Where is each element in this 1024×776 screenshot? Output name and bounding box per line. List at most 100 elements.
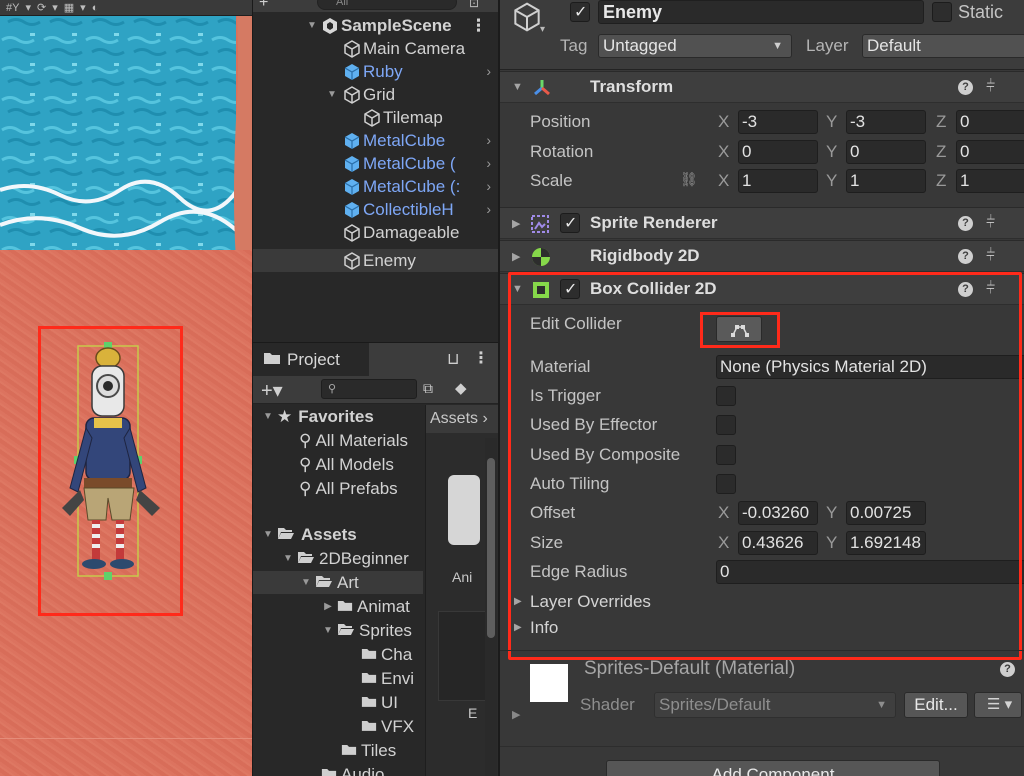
add-icon[interactable]: + [259, 0, 268, 12]
scene-view[interactable]: #Y ▾ ⟳ ▾ ▦ ▾ ◐ [0, 0, 252, 776]
search-options-icon[interactable]: ⊡ [469, 0, 479, 10]
axis-z-label[interactable]: Z [936, 112, 946, 132]
scale-x-field[interactable]: 1 [738, 169, 818, 193]
shader-dropdown[interactable]: Sprites/Default ▼ [654, 692, 896, 718]
tree-item-all-materials[interactable]: ⚲ All Materials [253, 429, 408, 452]
fold-arrow-icon[interactable]: ▼ [512, 81, 523, 93]
project-scrollbar[interactable] [485, 438, 497, 776]
gizmo-y-button[interactable]: #Y [6, 1, 19, 15]
hierarchy-item-tilemap[interactable]: Tilemap [253, 106, 499, 129]
tree-item-tiles[interactable]: Tiles [253, 739, 396, 762]
axis-z-label[interactable]: Z [936, 171, 946, 191]
asset-thumbnail-2[interactable] [438, 611, 486, 701]
axis-y-label[interactable]: Y [826, 171, 837, 191]
position-z-field[interactable]: 0 [956, 110, 1024, 134]
hierarchy-item-collectible[interactable]: CollectibleH › [253, 198, 499, 221]
sprite-renderer-header[interactable]: ▶ Sprite Renderer ? ⫩ [500, 207, 1024, 239]
hierarchy-item-ruby[interactable]: Ruby › [253, 60, 499, 83]
tree-item-ui[interactable]: UI [253, 691, 398, 714]
chevron-right-icon[interactable]: › [486, 60, 491, 83]
axis-x-label[interactable]: X [718, 171, 729, 191]
dropdown-3[interactable]: ▾ [80, 1, 86, 15]
tree-item-vfx[interactable]: VFX [253, 715, 414, 738]
axis-y-label[interactable]: Y [826, 112, 837, 132]
help-icon[interactable]: ? [958, 79, 973, 95]
fold-arrow-icon[interactable]: ▼ [305, 14, 319, 37]
icon-dropdown-caret[interactable]: ▾ [540, 24, 545, 35]
axis-y-label[interactable]: Y [826, 142, 837, 162]
static-checkbox[interactable] [932, 2, 952, 22]
fold-arrow-icon[interactable]: ▼ [261, 523, 275, 546]
fold-arrow-icon[interactable]: ▼ [321, 619, 335, 642]
tree-item-art[interactable]: ▼ Art [253, 571, 423, 594]
tree-item-sprites[interactable]: ▼ Sprites [253, 619, 412, 642]
help-icon[interactable]: ? [958, 215, 973, 231]
axis-z-label[interactable]: Z [936, 142, 946, 162]
material-preview[interactable] [530, 664, 568, 702]
tree-item-all-prefabs[interactable]: ⚲ All Prefabs [253, 477, 398, 500]
lock-icon[interactable]: ⊔ [447, 349, 459, 369]
position-x-field[interactable]: -3 [738, 110, 818, 134]
chevron-right-icon[interactable]: › [486, 129, 491, 152]
dropdown-1[interactable]: ▾ [25, 1, 31, 15]
scale-z-field[interactable]: 1 [956, 169, 1024, 193]
fold-arrow-icon[interactable]: ▼ [281, 547, 295, 570]
hierarchy-item-metalcube-1[interactable]: MetalCube ( › [253, 152, 499, 175]
scale-y-field[interactable]: 1 [846, 169, 926, 193]
fold-arrow-icon[interactable]: ▼ [299, 571, 313, 594]
scrollbar-thumb[interactable] [487, 458, 495, 638]
layer-dropdown[interactable]: Default [862, 34, 1024, 58]
fold-arrow-icon[interactable]: ▶ [512, 708, 520, 721]
tree-item-animation[interactable]: ▶ Animat [253, 595, 410, 618]
project-search-input[interactable]: ⚲ [321, 379, 417, 399]
tree-item-all-models[interactable]: ⚲ All Models [253, 453, 394, 476]
audio-fx-button[interactable]: ⟳ [37, 1, 46, 15]
tag-dropdown[interactable]: Untagged ▼ [598, 34, 792, 58]
search-by-label-icon[interactable]: ◆ [455, 379, 467, 397]
position-y-field[interactable]: -3 [846, 110, 926, 134]
dropdown-2[interactable]: ▾ [52, 1, 58, 15]
hierarchy-item-samplescene[interactable]: ▼ SampleScene ⋮ [253, 14, 499, 37]
create-asset-button[interactable]: +▾ [261, 378, 283, 403]
list-menu-button[interactable]: ☰ ▾ [974, 692, 1022, 718]
hierarchy-item-enemy[interactable]: Enemy [253, 249, 499, 272]
rotation-y-field[interactable]: 0 [846, 140, 926, 164]
hierarchy-item-metalcube[interactable]: MetalCube › [253, 129, 499, 152]
fold-arrow-icon[interactable]: ▶ [512, 250, 520, 263]
help-icon[interactable]: ? [1000, 662, 1015, 677]
tree-item-favorites[interactable]: ▼ ★ Favorites [253, 405, 374, 428]
tree-item-2dbeginner[interactable]: ▼ 2DBeginner [253, 547, 409, 570]
grid-button[interactable]: ▦ [64, 1, 74, 15]
hierarchy-item-damageable[interactable]: Damageable [253, 221, 499, 244]
hierarchy-item-metalcube-2[interactable]: MetalCube (: › [253, 175, 499, 198]
rigidbody-header[interactable]: ▶ Rigidbody 2D ? ⫩ [500, 240, 1024, 272]
help-icon[interactable]: ? [958, 248, 973, 264]
enable-checkbox[interactable] [560, 213, 580, 233]
axis-x-label[interactable]: X [718, 142, 729, 162]
rotation-z-field[interactable]: 0 [956, 140, 1024, 164]
chevron-right-icon[interactable]: › [486, 175, 491, 198]
settings-sliders-icon[interactable]: ⫩ [986, 78, 995, 96]
search-by-type-icon[interactable]: ⧉ [423, 380, 433, 397]
tree-item-environment[interactable]: Envi [253, 667, 414, 690]
fold-arrow-icon[interactable]: ▶ [321, 595, 335, 618]
chevron-right-icon[interactable]: › [486, 152, 491, 175]
edit-shader-button[interactable]: Edit... [904, 692, 968, 718]
asset-thumbnail[interactable] [448, 475, 480, 545]
axis-x-label[interactable]: X [718, 112, 729, 132]
fold-arrow-icon[interactable]: ▶ [512, 217, 520, 230]
hierarchy-item-grid[interactable]: ▼ Grid [253, 83, 499, 106]
fold-arrow-icon[interactable]: ▼ [325, 83, 339, 106]
rotation-x-field[interactable]: 0 [738, 140, 818, 164]
hierarchy-item-main-camera[interactable]: Main Camera [253, 37, 499, 60]
fold-arrow-icon[interactable]: ▼ [261, 405, 275, 428]
constrain-proportions-icon[interactable]: ⛓ [680, 171, 698, 188]
hierarchy-search-input[interactable]: All [317, 0, 457, 10]
kebab-menu-icon[interactable]: ⋮ [473, 348, 489, 368]
tab-project[interactable]: Project [253, 343, 369, 376]
gizmos-button[interactable]: ◐ [92, 1, 99, 15]
transform-header[interactable]: ▼ Transform ? ⫩ [500, 71, 1024, 103]
kebab-menu-icon[interactable]: ⋮ [470, 14, 487, 37]
tree-item-characters[interactable]: Cha [253, 643, 412, 666]
add-component-button[interactable]: Add Component [606, 760, 940, 776]
